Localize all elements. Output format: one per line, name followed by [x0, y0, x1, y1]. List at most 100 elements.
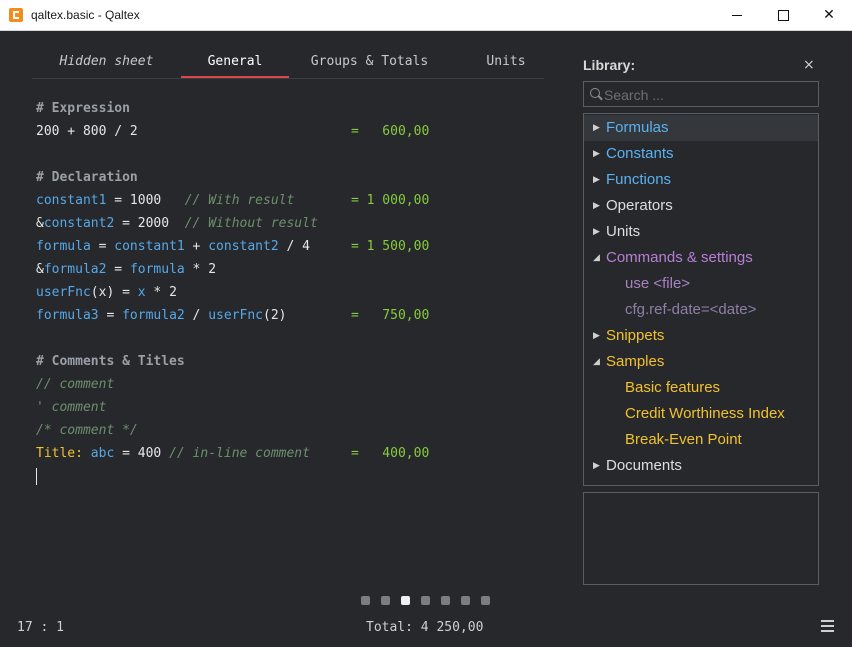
editor-line[interactable]: [36, 465, 556, 488]
library-tree: ▶ Formulas ▶ Constants ▶ Functions ▶ Operators ▶…: [583, 113, 819, 486]
pager-dot[interactable]: [401, 596, 410, 605]
editor-line[interactable]: constant1 = 1000 // With result = 1 000,0…: [36, 189, 556, 212]
editor-line[interactable]: # Declaration: [36, 166, 556, 189]
editor-line[interactable]: formula3 = formula2 / userFnc(2) = 750,00: [36, 304, 556, 327]
pager-dot[interactable]: [481, 596, 490, 605]
menu-bar: [821, 625, 834, 627]
collapse-arrow-icon[interactable]: ◢: [593, 245, 600, 271]
section-heading: # Comments & Titles: [36, 354, 185, 369]
menu-bar: [821, 630, 834, 632]
library-item-snippets[interactable]: ▶ Snippets: [584, 323, 818, 349]
library-item-label: Snippets: [606, 327, 665, 344]
library-item-label: Samples: [606, 353, 665, 370]
tab-hidden-sheet[interactable]: Hidden sheet: [32, 46, 181, 77]
code-token: * 2: [145, 285, 177, 300]
library-item-basic-features[interactable]: Basic features: [584, 375, 818, 401]
code-comment: // With result: [184, 193, 295, 208]
expression-editor[interactable]: # Expression 200 + 800 / 2 = 600,00 # Decla…: [36, 97, 556, 488]
code-comment: ' comment: [36, 400, 107, 415]
code-token: =: [90, 239, 115, 254]
search-icon: [590, 88, 600, 98]
variable-token: formula2: [122, 308, 185, 323]
expand-arrow-icon[interactable]: ▶: [593, 453, 600, 479]
code-token: = 400: [114, 446, 170, 461]
pager-dot[interactable]: [381, 596, 390, 605]
code-token: / 4: [278, 239, 310, 254]
tab-groups-totals[interactable]: Groups & Totals: [289, 46, 450, 77]
pager-dot[interactable]: [461, 596, 470, 605]
library-item-label: Commands & settings: [606, 249, 753, 266]
editor-line[interactable]: // comment: [36, 373, 556, 396]
library-search[interactable]: [583, 81, 819, 107]
editor-line[interactable]: 200 + 800 / 2 = 600,00: [36, 120, 556, 143]
title-label: Title:: [36, 446, 83, 461]
variable-token: abc: [90, 446, 115, 461]
library-item-constants[interactable]: ▶ Constants: [584, 141, 818, 167]
collapse-arrow-icon[interactable]: ◢: [593, 349, 600, 375]
expand-arrow-icon[interactable]: ▶: [593, 115, 600, 141]
library-item-label: Units: [606, 223, 641, 240]
code-comment: // in-line comment: [169, 446, 310, 461]
variable-token: constant2: [208, 239, 279, 254]
code-token: = 2000: [114, 216, 185, 231]
editor-line[interactable]: Title: abc = 400 // in-line comment = 400…: [36, 442, 556, 465]
minimize-icon: [732, 14, 742, 16]
library-search-input[interactable]: [602, 84, 816, 106]
code-token: (2): [263, 308, 287, 323]
maximize-button[interactable]: [760, 0, 806, 30]
library-item-cfg-ref-date-date[interactable]: cfg.ref-date=<date>: [584, 297, 818, 323]
pager-dot[interactable]: [361, 596, 370, 605]
library-item-label: cfg.ref-date=<date>: [625, 301, 757, 318]
expand-arrow-icon[interactable]: ▶: [593, 193, 600, 219]
editor-line[interactable]: formula = constant1 + constant2 / 4 = 1 5…: [36, 235, 556, 258]
code-token: /: [184, 308, 209, 323]
tab-general[interactable]: General: [181, 46, 289, 78]
maximize-icon: [777, 9, 789, 21]
code-token: = 1000: [106, 193, 185, 208]
expand-arrow-icon[interactable]: ▶: [593, 167, 600, 193]
library-item-credit-worthiness-index[interactable]: Credit Worthiness Index: [584, 401, 818, 427]
editor-line[interactable]: [36, 327, 556, 350]
library-item-commands-settings[interactable]: ◢ Commands & settings: [584, 245, 818, 271]
library-close-button[interactable]: ×: [803, 57, 815, 73]
library-item-break-even-point[interactable]: Break-Even Point: [584, 427, 818, 453]
close-window-button[interactable]: ✕: [806, 0, 852, 30]
expand-arrow-icon[interactable]: ▶: [593, 219, 600, 245]
hamburger-menu-icon[interactable]: [821, 620, 834, 632]
library-item-label: Basic features: [625, 379, 721, 396]
pager-dot[interactable]: [441, 596, 450, 605]
editor-line[interactable]: [36, 143, 556, 166]
library-item-samples[interactable]: ◢ Samples: [584, 349, 818, 375]
tab-units[interactable]: Units: [450, 46, 562, 77]
minimize-button[interactable]: [714, 0, 760, 30]
editor-line[interactable]: &constant2 = 2000 // Without result: [36, 212, 556, 235]
library-item-label: Constants: [606, 145, 674, 162]
library-item-label: Credit Worthiness Index: [625, 405, 785, 422]
expand-arrow-icon[interactable]: ▶: [593, 141, 600, 167]
window-title: qaltex.basic - Qaltex: [31, 8, 140, 22]
editor-line[interactable]: ' comment: [36, 396, 556, 419]
editor-line[interactable]: # Expression: [36, 97, 556, 120]
variable-token: formula3: [36, 308, 99, 323]
library-item-formulas[interactable]: ▶ Formulas: [584, 115, 818, 141]
editor-line[interactable]: userFnc(x) = x * 2: [36, 281, 556, 304]
variable-token: x: [137, 285, 146, 300]
library-item-operators[interactable]: ▶ Operators: [584, 193, 818, 219]
editor-line[interactable]: /* comment */: [36, 419, 556, 442]
pager-dot[interactable]: [421, 596, 430, 605]
expand-arrow-icon[interactable]: ▶: [593, 323, 600, 349]
variable-token: formula: [129, 262, 185, 277]
line-result: = 1 000,00: [351, 193, 430, 208]
library-item-units[interactable]: ▶ Units: [584, 219, 818, 245]
code-token: 200 + 800 / 2: [36, 124, 138, 139]
cursor-position: 17 : 1: [17, 620, 64, 635]
editor-line[interactable]: &formula2 = formula * 2: [36, 258, 556, 281]
library-item-functions[interactable]: ▶ Functions: [584, 167, 818, 193]
editor-line[interactable]: # Comments & Titles: [36, 350, 556, 373]
variable-token: formula: [36, 239, 91, 254]
library-item-use-file[interactable]: use <file>: [584, 271, 818, 297]
library-item-documents[interactable]: ▶ Documents: [584, 453, 818, 479]
window-title-bar: qaltex.basic - Qaltex ✕: [0, 0, 852, 31]
text-caret: [36, 468, 37, 485]
